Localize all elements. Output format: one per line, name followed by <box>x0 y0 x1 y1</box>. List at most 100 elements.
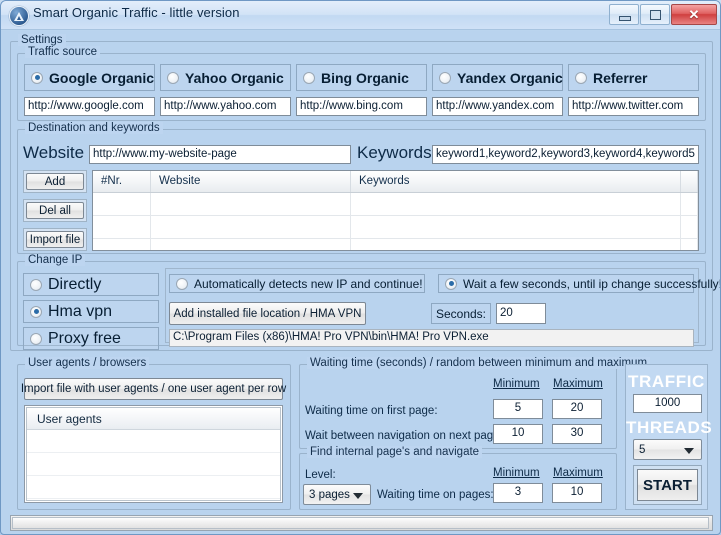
url-input-referrer[interactable]: http://www.twitter.com <box>568 97 699 116</box>
close-icon: ✕ <box>688 7 700 22</box>
radio-yandex-organic[interactable]: Yandex Organic <box>432 64 563 91</box>
internal-minimum-header: Minimum <box>493 467 540 479</box>
grid-header-row: #Nr. Website Keywords <box>93 171 698 193</box>
waiting-next-page-min[interactable]: 10 <box>493 424 543 444</box>
radio-label: Wait a few seconds, until ip change succ… <box>463 276 721 291</box>
internal-pages-min[interactable]: 3 <box>493 483 543 503</box>
scrollbar-thumb[interactable] <box>12 517 709 529</box>
grid-cell-nr <box>93 193 151 215</box>
radio-label: Referrer <box>593 69 648 86</box>
radio-hma-vpn[interactable]: Hma vpn <box>23 300 159 323</box>
grid-header-website: Website <box>151 171 351 192</box>
maximize-button[interactable] <box>640 4 670 25</box>
grid-cell-keywords <box>351 193 681 215</box>
waiting-first-page-min[interactable]: 5 <box>493 399 543 419</box>
radio-label: Automatically detects new IP and continu… <box>194 276 423 291</box>
seconds-label: Seconds: <box>435 306 487 321</box>
url-input-yandex[interactable]: http://www.yandex.com <box>432 97 563 116</box>
list-item[interactable] <box>27 453 280 476</box>
add-button-frame: Add <box>23 170 87 193</box>
radio-label: Directly <box>48 275 102 293</box>
waiting-time-legend: Waiting time (seconds) / random between … <box>307 357 651 369</box>
list-item[interactable] <box>27 476 280 499</box>
chevron-down-icon <box>684 447 694 454</box>
radio-label: Google Organic <box>49 69 155 86</box>
settings-legend: Settings <box>18 34 66 46</box>
url-input-bing[interactable]: http://www.bing.com <box>296 97 427 116</box>
radio-yahoo-organic[interactable]: Yahoo Organic <box>160 64 291 91</box>
internal-maximum-header: Maximum <box>553 467 603 479</box>
radio-dot-icon <box>30 278 42 291</box>
level-combo-value: 3 pages <box>309 488 350 501</box>
start-button[interactable]: START <box>637 469 698 501</box>
run-panel: TRAFFIC 1000 THREADS 5 START <box>625 364 713 510</box>
import-file-button[interactable]: Import file <box>26 231 84 248</box>
radio-label: Proxy free <box>48 329 121 347</box>
add-installed-location-button[interactable]: Add installed file location / HMA VPN <box>169 302 366 325</box>
del-all-button-frame: Del all <box>23 199 87 222</box>
seconds-label-box: Seconds: <box>431 303 491 324</box>
website-keywords-grid[interactable]: #Nr. Website Keywords <box>92 170 699 251</box>
grid-header-nr: #Nr. <box>93 171 151 192</box>
threads-combo[interactable]: 5 <box>633 439 702 460</box>
waiting-first-page-max[interactable]: 20 <box>552 399 602 419</box>
destination-legend: Destination and keywords <box>25 122 163 134</box>
keywords-label: Keywords <box>357 143 432 162</box>
caption-buttons: ✕ <box>609 4 717 25</box>
grid-cell-nr <box>93 216 151 238</box>
threads-label: THREADS <box>626 418 713 437</box>
vpn-path-field[interactable]: C:\Program Files (x86)\HMA! Pro VPN\bin\… <box>169 329 694 347</box>
waiting-maximum-header: Maximum <box>553 378 603 390</box>
radio-dot-icon <box>445 277 457 290</box>
url-input-yahoo[interactable]: http://www.yahoo.com <box>160 97 291 116</box>
app-window: Smart Organic Traffic - little version ✕… <box>0 0 721 535</box>
radio-google-organic[interactable]: Google Organic <box>24 64 155 91</box>
radio-label: Yandex Organic <box>457 69 563 86</box>
waiting-first-page-label: Waiting time on first page: <box>305 405 438 417</box>
website-input[interactable]: http://www.my-website-page <box>89 145 351 164</box>
radio-bing-organic[interactable]: Bing Organic <box>296 64 427 91</box>
user-agents-list-inner: User agents <box>26 407 281 501</box>
start-button-frame: START <box>633 465 702 505</box>
traffic-input[interactable]: 1000 <box>633 394 702 413</box>
waiting-next-page-label: Wait between navigation on next page: <box>305 430 503 442</box>
grid-header-spacer <box>681 171 698 192</box>
maximize-icon <box>650 10 661 20</box>
minimize-button[interactable] <box>609 4 639 25</box>
table-row[interactable] <box>93 193 698 216</box>
radio-directly[interactable]: Directly <box>23 273 159 296</box>
radio-dot-icon <box>31 71 43 84</box>
window-title: Smart Organic Traffic - little version <box>33 5 240 20</box>
internal-pages-max[interactable]: 10 <box>552 483 602 503</box>
import-file-button-frame: Import file <box>23 228 87 251</box>
seconds-input[interactable]: 20 <box>496 303 546 324</box>
list-item[interactable] <box>27 499 280 500</box>
radio-wait-seconds[interactable]: Wait a few seconds, until ip change succ… <box>438 274 720 293</box>
change-ip-legend: Change IP <box>25 254 86 266</box>
radio-proxy-free[interactable]: Proxy free <box>23 327 159 350</box>
level-combo[interactable]: 3 pages <box>303 484 371 505</box>
waiting-next-page-max[interactable]: 30 <box>552 424 602 444</box>
import-user-agents-button[interactable]: Import file with user agents / one user … <box>21 378 286 400</box>
url-input-google[interactable]: http://www.google.com <box>24 97 155 116</box>
add-button[interactable]: Add <box>26 173 84 190</box>
traffic-source-legend: Traffic source <box>25 46 101 58</box>
grid-cell-keywords <box>351 239 681 250</box>
user-agents-listbox[interactable]: User agents <box>24 405 283 503</box>
keywords-input[interactable]: keyword1,keyword2,keyword3,keyword4,keyw… <box>432 145 699 164</box>
radio-dot-icon <box>30 305 42 318</box>
user-agents-list-header: User agents <box>27 408 280 430</box>
list-item[interactable] <box>27 430 280 453</box>
horizontal-scrollbar[interactable] <box>10 515 713 531</box>
app-logo-icon <box>9 6 29 26</box>
close-button[interactable]: ✕ <box>671 4 717 25</box>
table-row[interactable] <box>93 216 698 239</box>
grid-cell-keywords <box>351 216 681 238</box>
website-label: Website <box>23 143 85 162</box>
del-all-button[interactable]: Del all <box>26 202 84 219</box>
radio-dot-icon <box>303 71 315 84</box>
radio-auto-detect-ip[interactable]: Automatically detects new IP and continu… <box>169 274 425 293</box>
table-row[interactable] <box>93 239 698 250</box>
radio-referrer[interactable]: Referrer <box>568 64 699 91</box>
waiting-minimum-header: Minimum <box>493 378 540 390</box>
